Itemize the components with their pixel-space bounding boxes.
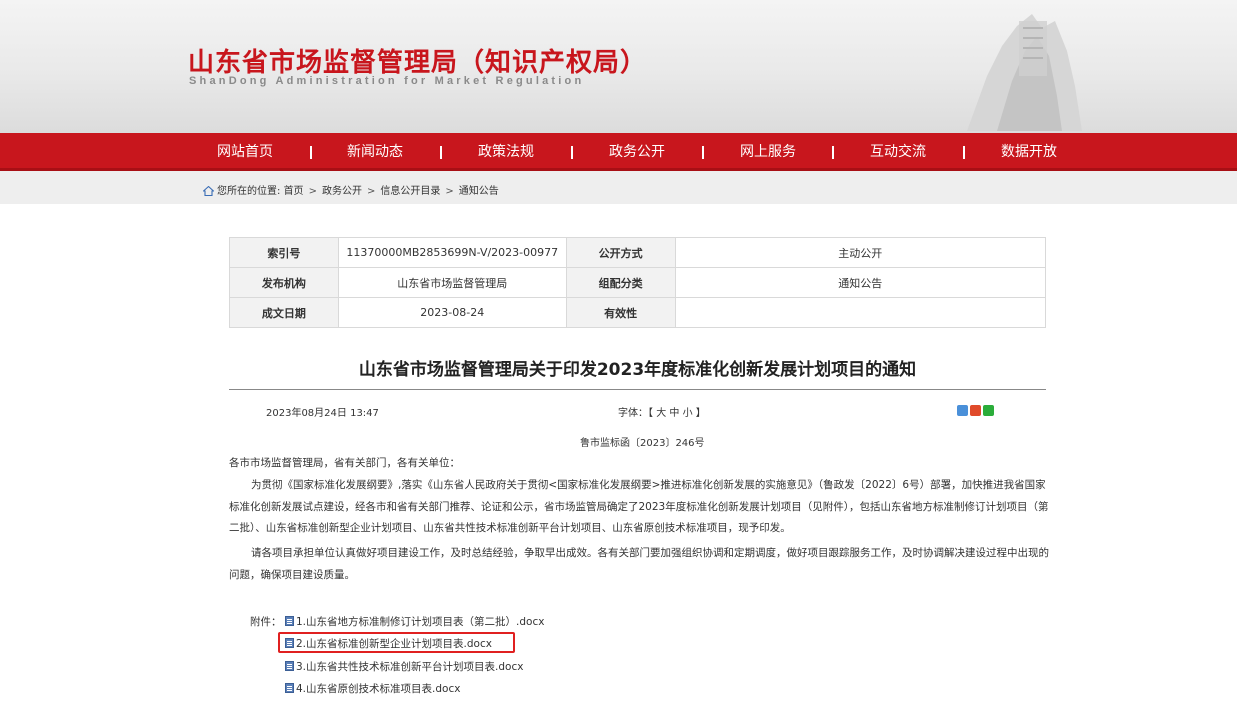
breadcrumb-separator: > — [308, 186, 317, 197]
info-key-validity: 有效性 — [565, 297, 676, 328]
breadcrumb-separator: > — [366, 186, 376, 197]
info-key-publisher: 发布机构 — [229, 267, 339, 298]
attachment-highlight-box — [278, 632, 515, 653]
nav-separator — [571, 146, 573, 159]
paragraph-2: 请各项目承担单位认真做好项目建设工作，及时总结经验，争取早出成效。各有关部门要加… — [229, 547, 1049, 581]
nav-separator — [310, 146, 312, 159]
article-title: 山东省市场监督管理局关于印发2023年度标准化创新发展计划项目的通知 — [358, 360, 917, 380]
attachments-label: 附件： — [250, 616, 282, 628]
title-divider — [229, 389, 1046, 390]
table-row: 成文日期 2023-08-24 有效性 — [229, 297, 1047, 328]
document-info-table: 索引号 11370000MB2853699N-V/2023-00977 公开方式… — [229, 237, 1047, 328]
publish-datetime: 2023年08月24日 13:47 — [266, 408, 379, 419]
font-size-control: 字体：【 大 中 小 】 — [618, 404, 706, 419]
attachment-title: 3.山东省共性技术标准创新平台计划项目表.docx — [296, 661, 524, 673]
breadcrumb-prefix: 您所在的位置: — [217, 186, 281, 197]
breadcrumb-separator: > — [445, 186, 454, 197]
info-key-category: 组配分类 — [565, 267, 676, 298]
info-value-publicity: 主动公开 — [674, 237, 1047, 268]
info-value-category: 通知公告 — [674, 267, 1047, 298]
document-number: 鲁市监标函〔2023〕246号 — [580, 438, 705, 449]
site-header: 山东省市场监督管理局（知识产权局） ShanDong Administratio… — [0, 0, 1237, 133]
document-icon — [285, 683, 294, 693]
font-size-small[interactable]: 小 — [683, 408, 693, 419]
breadcrumb-notices[interactable]: 通知公告 — [459, 186, 499, 197]
font-size-close: 】 — [695, 408, 706, 419]
breadcrumb-gov-affairs[interactable]: 政务公开 — [322, 186, 362, 197]
font-size-label: 字体：【 — [618, 408, 653, 419]
breadcrumb: 您所在的位置: 首页 > 政务公开 > 信息公开目录 > 通知公告 — [202, 182, 499, 199]
breadcrumb-bar: 您所在的位置: 首页 > 政务公开 > 信息公开目录 > 通知公告 — [0, 171, 1237, 204]
wechat-share-icon[interactable] — [983, 405, 994, 416]
info-value-publisher: 山东省市场监督管理局 — [337, 267, 567, 298]
weibo-share-icon[interactable] — [970, 405, 981, 416]
breadcrumb-info-catalog[interactable]: 信息公开目录 — [380, 186, 440, 197]
attachment-link[interactable]: 3.山东省共性技术标准创新平台计划项目表.docx — [285, 659, 523, 674]
nav-item-interaction[interactable]: 互动交流 — [870, 133, 926, 171]
site-subtitle: ShanDong Administration for Market Regul… — [189, 75, 585, 87]
mountain-logo-icon — [967, 14, 1082, 131]
attachment-link[interactable]: 1.山东省地方标准制修订计划项目表（第二批）.docx — [285, 614, 544, 629]
info-key-index: 索引号 — [229, 237, 339, 268]
nav-item-policy[interactable]: 政策法规 — [478, 133, 534, 171]
nav-separator — [440, 146, 442, 159]
nav-item-news[interactable]: 新闻动态 — [347, 133, 403, 171]
qzone-share-icon[interactable] — [957, 405, 968, 416]
nav-item-open-data[interactable]: 数据开放 — [1001, 133, 1057, 171]
salutation: 各市市场监督管理局，省有关部门，各有关单位： — [229, 457, 460, 469]
table-row: 索引号 11370000MB2853699N-V/2023-00977 公开方式… — [229, 237, 1047, 268]
paragraph-1: 为贯彻《国家标准化发展纲要》,落实《山东省人民政府关于贯彻<国家标准化发展纲要>… — [229, 479, 1049, 534]
attachment-link[interactable]: 4.山东省原创技术标准项目表.docx — [285, 681, 460, 696]
attachment-title: 4.山东省原创技术标准项目表.docx — [296, 683, 461, 695]
info-value-validity — [674, 297, 1047, 328]
breadcrumb-home[interactable]: 首页 — [284, 186, 304, 197]
nav-item-home[interactable]: 网站首页 — [217, 133, 273, 171]
info-key-date: 成文日期 — [229, 297, 339, 328]
nav-separator — [702, 146, 704, 159]
nav-item-online-service[interactable]: 网上服务 — [740, 133, 796, 171]
share-icons — [957, 405, 996, 423]
table-row: 发布机构 山东省市场监督管理局 组配分类 通知公告 — [229, 267, 1047, 298]
home-icon — [202, 185, 215, 199]
attachment-title: 1.山东省地方标准制修订计划项目表（第二批）.docx — [296, 616, 545, 628]
nav-separator — [963, 146, 965, 159]
font-size-large[interactable]: 大 — [656, 408, 666, 419]
site-title: 山东省市场监督管理局（知识产权局） — [188, 48, 648, 78]
nav-item-gov-affairs[interactable]: 政务公开 — [609, 133, 665, 171]
main-nav: 网站首页 新闻动态 政策法规 政务公开 网上服务 互动交流 数据开放 — [0, 133, 1237, 171]
info-value-date: 2023-08-24 — [337, 297, 567, 328]
nav-separator — [832, 146, 834, 159]
document-icon — [285, 661, 294, 671]
document-icon — [285, 616, 294, 626]
info-key-publicity: 公开方式 — [565, 237, 676, 268]
info-value-index: 11370000MB2853699N-V/2023-00977 — [337, 237, 567, 268]
font-size-medium[interactable]: 中 — [669, 408, 679, 419]
